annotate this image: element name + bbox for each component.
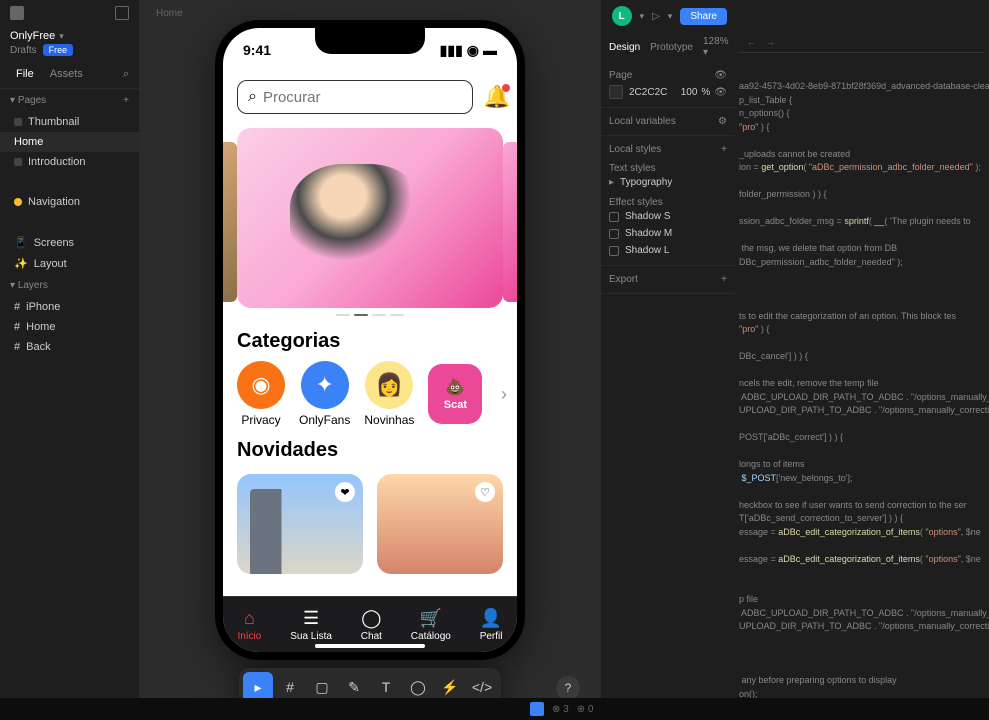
face-icon: 👩 bbox=[365, 361, 413, 409]
figma-right-panel: L ▾ ▷ ▾ Share Design Prototype 128% ▾ Pa… bbox=[600, 0, 735, 720]
page-thumbnail[interactable]: Thumbnail bbox=[0, 112, 139, 132]
phone-frame: 9:41 ▮▮▮ ◉ ▬ ⌕ 🔔 bbox=[215, 20, 525, 660]
onlyfans-icon: ✦ bbox=[301, 361, 349, 409]
shadow-l[interactable]: Shadow L bbox=[609, 242, 727, 259]
hero-card[interactable] bbox=[237, 128, 503, 308]
help-button[interactable]: ? bbox=[556, 676, 580, 700]
signal-icon: ▮▮▮ bbox=[440, 42, 463, 59]
search-input[interactable] bbox=[263, 89, 462, 106]
visibility-icon[interactable]: 👁 bbox=[714, 87, 727, 98]
tab-inicio[interactable]: ⌂Início bbox=[237, 608, 261, 642]
local-styles-label: Local styles bbox=[609, 144, 661, 155]
favorite-button[interactable]: ♡ bbox=[475, 482, 495, 502]
visibility-icon[interactable]: 👁 bbox=[714, 70, 727, 81]
news-card-1[interactable]: ❤ bbox=[237, 474, 363, 574]
drafts-label: Drafts bbox=[10, 45, 37, 56]
layers-header: Layers bbox=[18, 280, 48, 291]
page-indicator bbox=[237, 314, 503, 316]
privacy-icon: ◉ bbox=[237, 361, 285, 409]
assets-tab[interactable]: Assets bbox=[44, 66, 89, 82]
add-style-button[interactable]: + bbox=[721, 144, 727, 155]
os-task-count: ⊗ 3 bbox=[552, 704, 569, 715]
user-avatar[interactable]: L bbox=[612, 6, 632, 26]
zoom-level[interactable]: 128% ▾ bbox=[703, 36, 729, 58]
os-app-icon[interactable] bbox=[530, 702, 544, 716]
tab-perfil[interactable]: 👤Perfil bbox=[480, 608, 503, 642]
categories-title: Categorias bbox=[223, 322, 517, 357]
status-time: 9:41 bbox=[243, 42, 271, 58]
shadow-s[interactable]: Shadow S bbox=[609, 208, 727, 225]
tab-catalogo[interactable]: 🛒Catálogo bbox=[411, 608, 451, 642]
notifications-button[interactable]: 🔔 bbox=[483, 84, 510, 110]
categories-next-icon[interactable]: › bbox=[501, 384, 507, 405]
layer-iphone[interactable]: #iPhone bbox=[0, 297, 139, 317]
phone-notch bbox=[315, 28, 425, 54]
category-novinhas[interactable]: 👩 Novinhas bbox=[364, 361, 414, 427]
chat-icon: ◯ bbox=[361, 608, 381, 629]
bg-opacity[interactable]: 100 bbox=[681, 87, 698, 98]
file-name[interactable]: OnlyFree ▾ bbox=[10, 30, 129, 42]
page-prop-label: Page bbox=[609, 70, 632, 81]
share-button[interactable]: Share bbox=[680, 8, 727, 25]
battery-icon: ▬ bbox=[483, 42, 497, 58]
layer-home[interactable]: #Home bbox=[0, 317, 139, 337]
hero-next[interactable] bbox=[503, 142, 517, 302]
search-box[interactable]: ⌕ bbox=[237, 80, 473, 114]
bg-hex-value[interactable]: 2C2C2C bbox=[629, 87, 667, 98]
nav-back-icon[interactable]: ← bbox=[747, 36, 756, 50]
novidades-title: Novidades bbox=[223, 431, 517, 466]
hero-prev[interactable] bbox=[223, 142, 237, 302]
page-home[interactable]: Home bbox=[0, 132, 139, 152]
list-icon: ☰ bbox=[303, 608, 319, 629]
home-icon: ⌂ bbox=[244, 608, 255, 629]
effect-styles-label: Effect styles bbox=[609, 197, 727, 208]
home-indicator bbox=[315, 644, 425, 648]
os-extra-count: ⊕ 0 bbox=[577, 704, 594, 715]
poop-icon: 💩 bbox=[445, 377, 465, 397]
bg-color-chip[interactable] bbox=[609, 85, 623, 99]
file-tab[interactable]: File bbox=[10, 66, 40, 82]
category-scat[interactable]: 💩 Scat bbox=[428, 364, 482, 424]
free-badge: Free bbox=[43, 44, 74, 56]
figma-menu-icon[interactable] bbox=[10, 6, 24, 20]
export-label: Export bbox=[609, 274, 638, 285]
panel-toggle-icon[interactable] bbox=[115, 6, 129, 20]
wifi-icon: ◉ bbox=[467, 42, 479, 59]
notification-dot bbox=[502, 84, 510, 92]
text-styles-label: Text styles bbox=[609, 163, 727, 174]
prototype-tab[interactable]: Prototype bbox=[650, 42, 693, 53]
user-icon: 👤 bbox=[480, 608, 502, 629]
search-icon[interactable]: ⌕ bbox=[123, 68, 129, 81]
phone-screen: 9:41 ▮▮▮ ◉ ▬ ⌕ 🔔 bbox=[223, 28, 517, 652]
add-export-button[interactable]: + bbox=[721, 274, 727, 285]
shadow-m[interactable]: Shadow M bbox=[609, 225, 727, 242]
page-navigation[interactable]: Navigation bbox=[0, 192, 139, 212]
pages-header: Pages bbox=[18, 95, 46, 106]
favorite-button[interactable]: ❤ bbox=[335, 482, 355, 502]
settings-icon[interactable]: ⚙ bbox=[718, 116, 727, 127]
os-taskbar: ⊗ 3 ⊕ 0 bbox=[0, 698, 989, 720]
tab-chat[interactable]: ◯Chat bbox=[361, 608, 382, 642]
screens-link[interactable]: 📱Screens bbox=[0, 232, 139, 253]
category-onlyfans[interactable]: ✦ OnlyFans bbox=[299, 361, 350, 427]
figma-canvas[interactable]: Home 9:41 ▮▮▮ ◉ ▬ ⌕ 🔔 bbox=[140, 0, 600, 720]
frame-label: Home bbox=[156, 8, 183, 19]
search-icon: ⌕ bbox=[248, 88, 257, 106]
figma-left-panel: OnlyFree ▾ Drafts Free File Assets ⌕ ▾ P… bbox=[0, 0, 140, 720]
code-editor[interactable]: ← → aa92-4573-4d02-8eb9-871bf28f369d_adv… bbox=[735, 0, 989, 720]
news-card-2[interactable]: ♡ bbox=[377, 474, 503, 574]
page-introduction[interactable]: Introduction bbox=[0, 152, 139, 172]
typography-style[interactable]: ▸Typography bbox=[609, 174, 727, 191]
tab-sua-lista[interactable]: ☰Sua Lista bbox=[290, 608, 332, 642]
layout-link[interactable]: ✨Layout bbox=[0, 253, 139, 274]
local-vars-label: Local variables bbox=[609, 116, 676, 127]
nav-forward-icon[interactable]: → bbox=[766, 36, 775, 50]
layer-back[interactable]: #Back bbox=[0, 337, 139, 357]
present-button[interactable]: ▷ bbox=[652, 11, 660, 22]
cart-icon: 🛒 bbox=[420, 608, 442, 629]
add-page-button[interactable]: + bbox=[123, 95, 129, 106]
category-privacy[interactable]: ◉ Privacy bbox=[237, 361, 285, 427]
design-tab[interactable]: Design bbox=[609, 42, 640, 53]
